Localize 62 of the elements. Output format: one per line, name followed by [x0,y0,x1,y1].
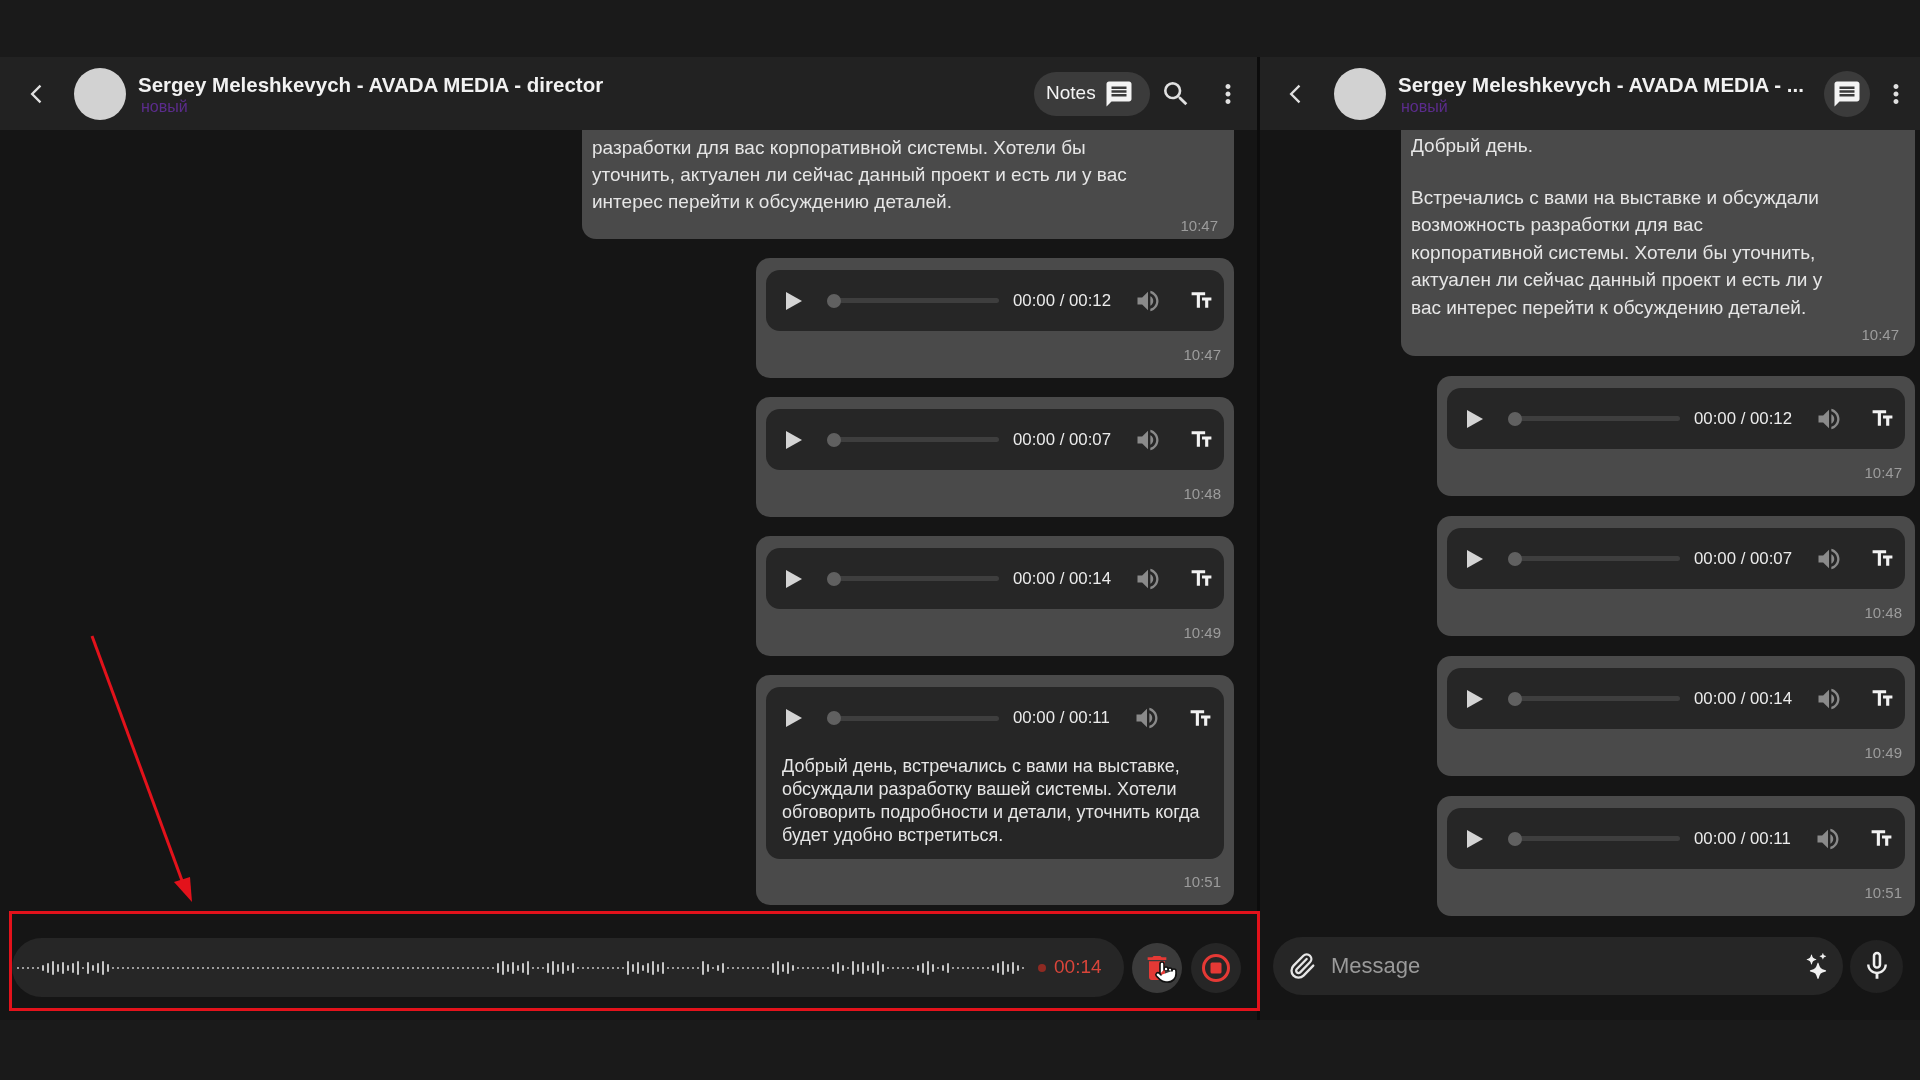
play-icon[interactable] [1467,829,1483,848]
progress-slider[interactable] [827,711,999,725]
playback-time: 00:00 / 00:12 [1694,407,1792,430]
progress-slider[interactable] [1508,551,1680,566]
stop-button[interactable] [1191,942,1241,993]
slider-thumb[interactable] [1508,831,1522,846]
contact-status: новый [141,96,189,116]
play-icon[interactable] [786,709,802,727]
message-time: 10:47 [1180,216,1218,235]
message-time: 10:51 [1864,883,1902,902]
avatar [1334,67,1386,120]
playback-time: 00:00 / 00:11 [1013,707,1110,730]
slider-thumb[interactable] [1508,411,1522,426]
message-text: Встречались с вами на выставке и обсуждали возможность разработки для вас корпоративной системы. Хотели бы уточнить, актуален ли сейчас данный проект и есть ли у вас интерес перейти к обсуждению деталей. [1411,185,1824,320]
slider-thumb[interactable] [827,432,841,447]
playback-time: 00:00 / 00:14 [1694,687,1792,710]
slider-thumb[interactable] [1508,551,1522,566]
hand-cursor-icon [1154,960,1178,984]
playback-time: 00:00 / 00:12 [1013,289,1111,312]
play-icon[interactable] [786,291,802,310]
progress-slider[interactable] [1508,691,1680,706]
message-time: 10:47 [1861,326,1899,344]
recording-timer: 00:14 [1054,955,1102,980]
message-time: 10:47 [1864,463,1902,482]
slider-thumb[interactable] [827,711,841,725]
progress-slider[interactable] [827,293,999,308]
transcript-text: Добрый день, встречались с вами на выставке, обсуждали разработку вашей системы. Хотели обговорить подробности и детали, уточнить когда будет удобно встретиться. [781,755,1201,847]
contact-name: Sergey Meleshkevych - AVADA MEDIA - ... [1398,71,1804,97]
microphone-button[interactable] [1850,939,1903,993]
message-time: 10:49 [1864,743,1902,762]
play-icon[interactable] [1467,409,1483,428]
playback-time: 00:00 / 00:07 [1694,547,1792,570]
progress-slider[interactable] [827,571,999,586]
play-icon[interactable] [1467,689,1483,708]
play-icon[interactable] [786,569,802,588]
message-input[interactable]: Message [1273,937,1843,995]
notes-button[interactable]: Notes [1034,71,1150,116]
message-text: разработки для вас корпоративной системы. Хотели бы уточнить, актуален ли сейчас данный проект и есть ли у вас интерес перейти к обсуждению деталей. [592,136,1128,214]
paperclip-icon[interactable] [1288,952,1316,980]
message-time: 10:48 [1864,603,1902,622]
play-icon[interactable] [786,430,802,449]
stop-icon [1202,953,1230,982]
message-time: 10:51 [1183,873,1221,891]
message-time: 10:47 [1183,345,1221,364]
contact-status: новый [1401,96,1449,116]
message-text: Добрый день. [1411,134,1534,158]
contact-name: Sergey Meleshkevych - AVADA MEDIA - director [138,71,604,97]
playback-time: 00:00 / 00:11 [1694,827,1791,850]
recording-dot-icon [1038,963,1046,972]
progress-slider[interactable] [1508,411,1680,426]
progress-slider[interactable] [827,432,999,447]
progress-slider[interactable] [1508,831,1680,846]
play-icon[interactable] [1467,549,1483,568]
message-time: 10:49 [1183,623,1221,642]
playback-time: 00:00 / 00:07 [1013,428,1111,451]
slider-thumb[interactable] [827,293,841,308]
slider-thumb[interactable] [1508,691,1522,706]
chat-button[interactable] [1824,70,1870,117]
playback-time: 00:00 / 00:14 [1013,567,1111,590]
avatar [74,67,126,120]
slider-thumb[interactable] [827,571,841,586]
message-time: 10:48 [1183,484,1221,503]
